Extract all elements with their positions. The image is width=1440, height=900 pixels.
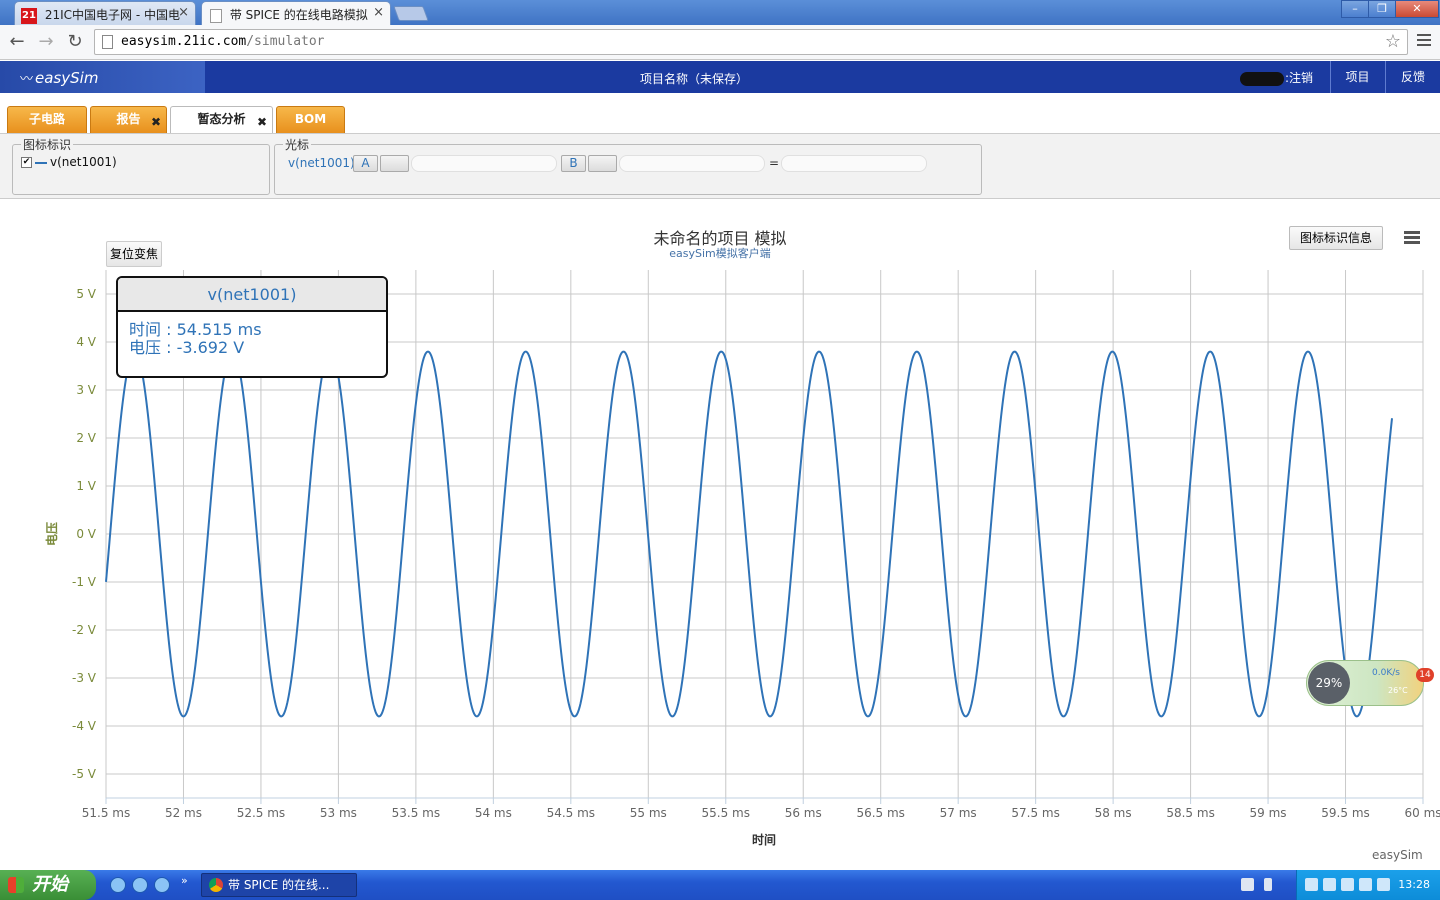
- maximize-icon[interactable]: ❐: [1368, 0, 1396, 18]
- cpu-percent: 29%: [1308, 662, 1350, 704]
- windows-taskbar: 开始 » 带 SPICE 的在线... 13:28: [0, 870, 1440, 900]
- cursor-panel-title: 光标: [285, 138, 310, 152]
- reload-icon[interactable]: ↻: [64, 31, 86, 53]
- taskbar-clock: 13:28: [1398, 878, 1430, 891]
- chart-menu-icon[interactable]: [1404, 231, 1420, 246]
- shield-icon[interactable]: [1305, 878, 1318, 891]
- app-header: 〰 easySim 项目名称（未保存） :注销 项目 反馈: [0, 61, 1440, 93]
- page-icon: [102, 35, 113, 49]
- browser-tab-title: 21IC中国电子网 - 中国电: [44, 8, 180, 22]
- tooltip-series-name: v(net1001): [118, 278, 386, 312]
- forward-arrow-icon[interactable]: →: [35, 31, 57, 53]
- chart-credits[interactable]: easySim: [1372, 848, 1423, 862]
- browser-menu-icon[interactable]: [1417, 34, 1431, 49]
- ime-icon[interactable]: [1264, 878, 1272, 891]
- cursor-b-value-field[interactable]: [619, 155, 765, 172]
- close-icon[interactable]: ✕: [1395, 0, 1439, 18]
- keyboard-icon[interactable]: [1241, 878, 1254, 891]
- module-tabs: 子电路 报告 ✖ 暂态分析 ✖ BOM: [0, 93, 1440, 133]
- tab-close-icon[interactable]: ✖: [257, 110, 267, 135]
- cursor-signal-label: v(net1001): [288, 156, 355, 170]
- project-title: 项目名称（未保存）: [640, 72, 749, 86]
- network-icon[interactable]: [1323, 878, 1336, 891]
- taskbar-item-chrome[interactable]: 带 SPICE 的在线...: [201, 873, 357, 897]
- tab-close-icon[interactable]: ×: [178, 5, 189, 20]
- start-button[interactable]: 开始: [0, 870, 96, 900]
- tab-bom[interactable]: BOM: [276, 106, 345, 133]
- browser-tab-strip: 21 21IC中国电子网 - 中国电 × 带 SPICE 的在线电路模拟 × –…: [0, 0, 1440, 25]
- chart-tooltip: v(net1001) 时间 : 54.515 ms 电压 : -3.692 V: [116, 276, 388, 378]
- legend-entry[interactable]: ✔ v(net1001): [21, 155, 117, 169]
- cursor-panel: 光标 v(net1001) A B =: [274, 136, 982, 195]
- tooltip-voltage-row: 电压 : -3.692 V: [129, 338, 245, 357]
- new-tab-button[interactable]: [393, 6, 429, 21]
- user-menu[interactable]: :注销: [1240, 69, 1313, 86]
- series-name: v(net1001): [50, 155, 117, 169]
- cursor-b-button[interactable]: B: [561, 155, 586, 172]
- ie-icon[interactable]: [154, 877, 170, 893]
- notification-badge: 14: [1416, 668, 1434, 682]
- tab-subcircuit[interactable]: 子电路: [7, 106, 87, 133]
- series-checkbox[interactable]: ✔: [21, 157, 32, 168]
- browser-quicklaunch-icon[interactable]: [132, 877, 148, 893]
- browser-tab-21ic[interactable]: 21 21IC中国电子网 - 中国电 ×: [14, 1, 196, 25]
- chrome-icon: [209, 878, 223, 892]
- legend-info-button[interactable]: 图标标识信息: [1289, 226, 1383, 250]
- chart-subtitle: easySim模拟客户端: [669, 247, 771, 260]
- analysis-panel-row: 图标标识 ✔ v(net1001) 光标 v(net1001) A B =: [0, 133, 1440, 199]
- cursor-a-button[interactable]: A: [353, 155, 378, 172]
- network-speed: 0.0K/s: [1372, 668, 1400, 678]
- antivirus-icon[interactable]: [1377, 878, 1390, 891]
- cursor-delta-field[interactable]: [781, 155, 927, 172]
- url-host: easysim.21ic.com: [121, 34, 247, 49]
- legend-panel-title: 图标标识: [23, 138, 72, 152]
- back-arrow-icon[interactable]: ←: [6, 31, 28, 53]
- cursor-a-value-field[interactable]: [411, 155, 557, 172]
- tab-transient-analysis[interactable]: 暂态分析 ✖: [170, 106, 273, 133]
- page-icon: [210, 8, 222, 23]
- tab-close-icon[interactable]: ✖: [151, 110, 161, 135]
- cursor-a-select[interactable]: [380, 155, 409, 172]
- address-bar[interactable]: easysim.21ic.com/simulator ☆: [94, 29, 1408, 55]
- system-monitor-widget[interactable]: 29% 0.0K/s 26°C 14: [1306, 650, 1434, 708]
- project-menu-link[interactable]: 项目: [1330, 61, 1384, 93]
- browser-tab-title: 带 SPICE 的在线电路模拟: [229, 8, 368, 22]
- url-path: /simulator: [246, 34, 325, 49]
- tab-report[interactable]: 报告 ✖: [90, 106, 167, 133]
- ie-icon[interactable]: [110, 877, 126, 893]
- temperature: 26°C: [1388, 686, 1408, 695]
- series-color-swatch: [35, 161, 47, 164]
- minimize-icon[interactable]: –: [1341, 0, 1369, 18]
- 21ic-favicon-icon: 21: [21, 7, 37, 24]
- equals-sign: =: [769, 156, 780, 170]
- reset-zoom-button[interactable]: 复位变焦: [106, 241, 162, 267]
- bookmark-star-icon[interactable]: ☆: [1385, 31, 1401, 52]
- feedback-link[interactable]: 反馈: [1385, 61, 1440, 93]
- browser-toolbar: ← → ↻ easysim.21ic.com/simulator ☆: [0, 25, 1440, 60]
- tooltip-time-row: 时间 : 54.515 ms: [129, 320, 262, 339]
- legend-panel: 图标标识 ✔ v(net1001): [12, 136, 270, 195]
- windows-logo-icon: [8, 877, 24, 893]
- system-tray: 13:28: [1296, 870, 1440, 900]
- chevron-right-icon[interactable]: »: [181, 874, 188, 887]
- tab-close-icon[interactable]: ×: [373, 5, 384, 20]
- cursor-b-select[interactable]: [588, 155, 617, 172]
- username-redacted: [1240, 71, 1284, 86]
- logout-link[interactable]: :注销: [1285, 71, 1313, 85]
- browser-tab-easysim[interactable]: 带 SPICE 的在线电路模拟 ×: [201, 1, 391, 25]
- speaker-icon[interactable]: [1341, 878, 1354, 891]
- easysim-logo[interactable]: 〰 easySim: [20, 68, 98, 87]
- waveform-logo-icon: 〰: [20, 72, 34, 87]
- security-icon[interactable]: [1359, 878, 1372, 891]
